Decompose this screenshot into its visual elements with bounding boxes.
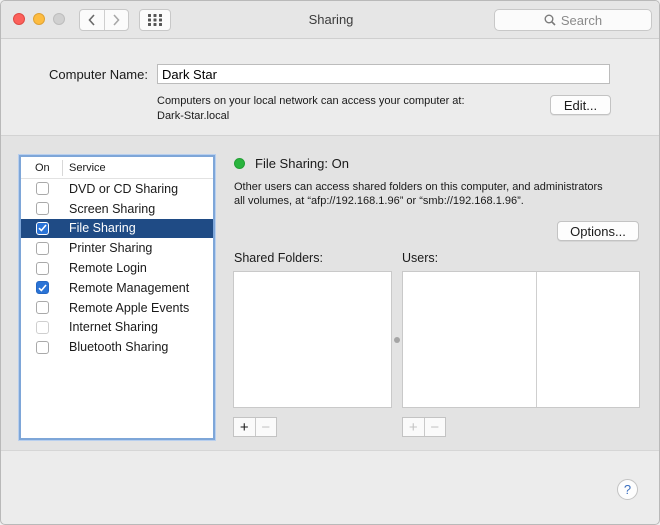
- options-button[interactable]: Options...: [557, 221, 639, 241]
- column-header-on[interactable]: On: [21, 159, 63, 176]
- service-checkbox[interactable]: [35, 281, 49, 295]
- sharing-window: Sharing Search Computer Name: Computers …: [0, 0, 660, 525]
- service-checkbox-cell: [21, 261, 63, 275]
- service-name: Printer Sharing: [69, 241, 153, 256]
- service-checkbox[interactable]: [35, 340, 49, 354]
- service-name: Remote Management: [69, 280, 190, 295]
- service-name: Bluetooth Sharing: [69, 340, 169, 355]
- service-checkbox[interactable]: [35, 261, 49, 275]
- service-checkbox-cell: [21, 301, 63, 315]
- service-checkbox[interactable]: [35, 301, 49, 315]
- split-view-handle[interactable]: [394, 337, 400, 343]
- description-line: Other users can access shared folders on…: [234, 181, 603, 193]
- service-row[interactable]: Remote Apple Events: [21, 298, 213, 318]
- service-checkbox[interactable]: [35, 202, 49, 216]
- users-list[interactable]: [402, 271, 640, 408]
- service-checkbox[interactable]: [35, 221, 49, 235]
- network-address-info: Computers on your local network can acce…: [157, 94, 465, 124]
- service-checkbox-cell: [21, 221, 63, 235]
- service-name: DVD or CD Sharing: [69, 181, 179, 196]
- service-checkbox[interactable]: [35, 320, 49, 334]
- sharing-description: Other users can access shared folders on…: [234, 180, 634, 208]
- users-label: Users:: [402, 251, 439, 265]
- users-add-remove: + −: [402, 417, 446, 437]
- service-row[interactable]: File Sharing: [21, 218, 213, 239]
- network-info-text: Computers on your local network can acce…: [157, 95, 465, 107]
- service-rows: DVD or CD Sharing Screen Sharing File Shar…: [21, 179, 213, 357]
- service-row[interactable]: Remote Management: [21, 278, 213, 298]
- service-row[interactable]: Internet Sharing: [21, 318, 213, 338]
- checkmark-icon: [37, 224, 47, 233]
- computer-name-label: Computer Name:: [49, 67, 148, 82]
- search-placeholder: Search: [560, 12, 603, 28]
- edit-button[interactable]: Edit...: [550, 95, 611, 115]
- search-icon: [544, 14, 556, 26]
- status-indicator-icon: [234, 158, 245, 169]
- service-list-header: On Service: [21, 157, 213, 179]
- shared-folders-list[interactable]: [233, 271, 392, 408]
- remove-user-button[interactable]: −: [423, 418, 446, 436]
- service-checkbox-cell: [21, 281, 63, 295]
- computer-name-section: Computer Name: Computers on your local n…: [1, 40, 659, 135]
- service-checkbox-cell: [21, 182, 63, 196]
- add-user-button[interactable]: +: [403, 418, 424, 436]
- shared-folders-add-remove: + −: [233, 417, 277, 437]
- service-checkbox-cell: [21, 320, 63, 334]
- checkmark-icon: [37, 284, 47, 292]
- title-bar: Sharing Search: [1, 1, 659, 39]
- service-row[interactable]: Remote Login: [21, 258, 213, 278]
- service-row[interactable]: Screen Sharing: [21, 199, 213, 219]
- service-checkbox-cell: [21, 202, 63, 216]
- shared-folders-label: Shared Folders:: [234, 251, 323, 265]
- search-field[interactable]: Search: [494, 9, 652, 31]
- service-list[interactable]: On Service DVD or CD Sharing Screen Shari…: [19, 155, 215, 440]
- service-row[interactable]: DVD or CD Sharing: [21, 179, 213, 199]
- service-checkbox[interactable]: [35, 182, 49, 196]
- service-name: Internet Sharing: [69, 320, 158, 335]
- service-checkbox-cell: [21, 340, 63, 354]
- sharing-panel: On Service DVD or CD Sharing Screen Shari…: [1, 135, 659, 451]
- add-shared-folder-button[interactable]: +: [234, 418, 255, 436]
- computer-name-input[interactable]: [157, 64, 610, 84]
- service-name: File Sharing: [69, 221, 136, 236]
- service-checkbox-cell: [21, 241, 63, 255]
- sharing-status: File Sharing: On: [255, 156, 349, 171]
- service-name: Remote Login: [69, 261, 147, 276]
- service-checkbox[interactable]: [35, 241, 49, 255]
- remove-shared-folder-button[interactable]: −: [254, 418, 277, 436]
- local-hostname: Dark-Star.local: [157, 110, 230, 122]
- description-line: all volumes, at “afp://192.168.1.96” or …: [234, 195, 524, 207]
- service-name: Screen Sharing: [69, 201, 156, 216]
- column-divider[interactable]: [536, 272, 537, 407]
- service-row[interactable]: Printer Sharing: [21, 238, 213, 258]
- column-header-service[interactable]: Service: [63, 162, 106, 174]
- service-name: Remote Apple Events: [69, 300, 190, 315]
- service-row[interactable]: Bluetooth Sharing: [21, 337, 213, 357]
- help-button[interactable]: ?: [617, 479, 638, 500]
